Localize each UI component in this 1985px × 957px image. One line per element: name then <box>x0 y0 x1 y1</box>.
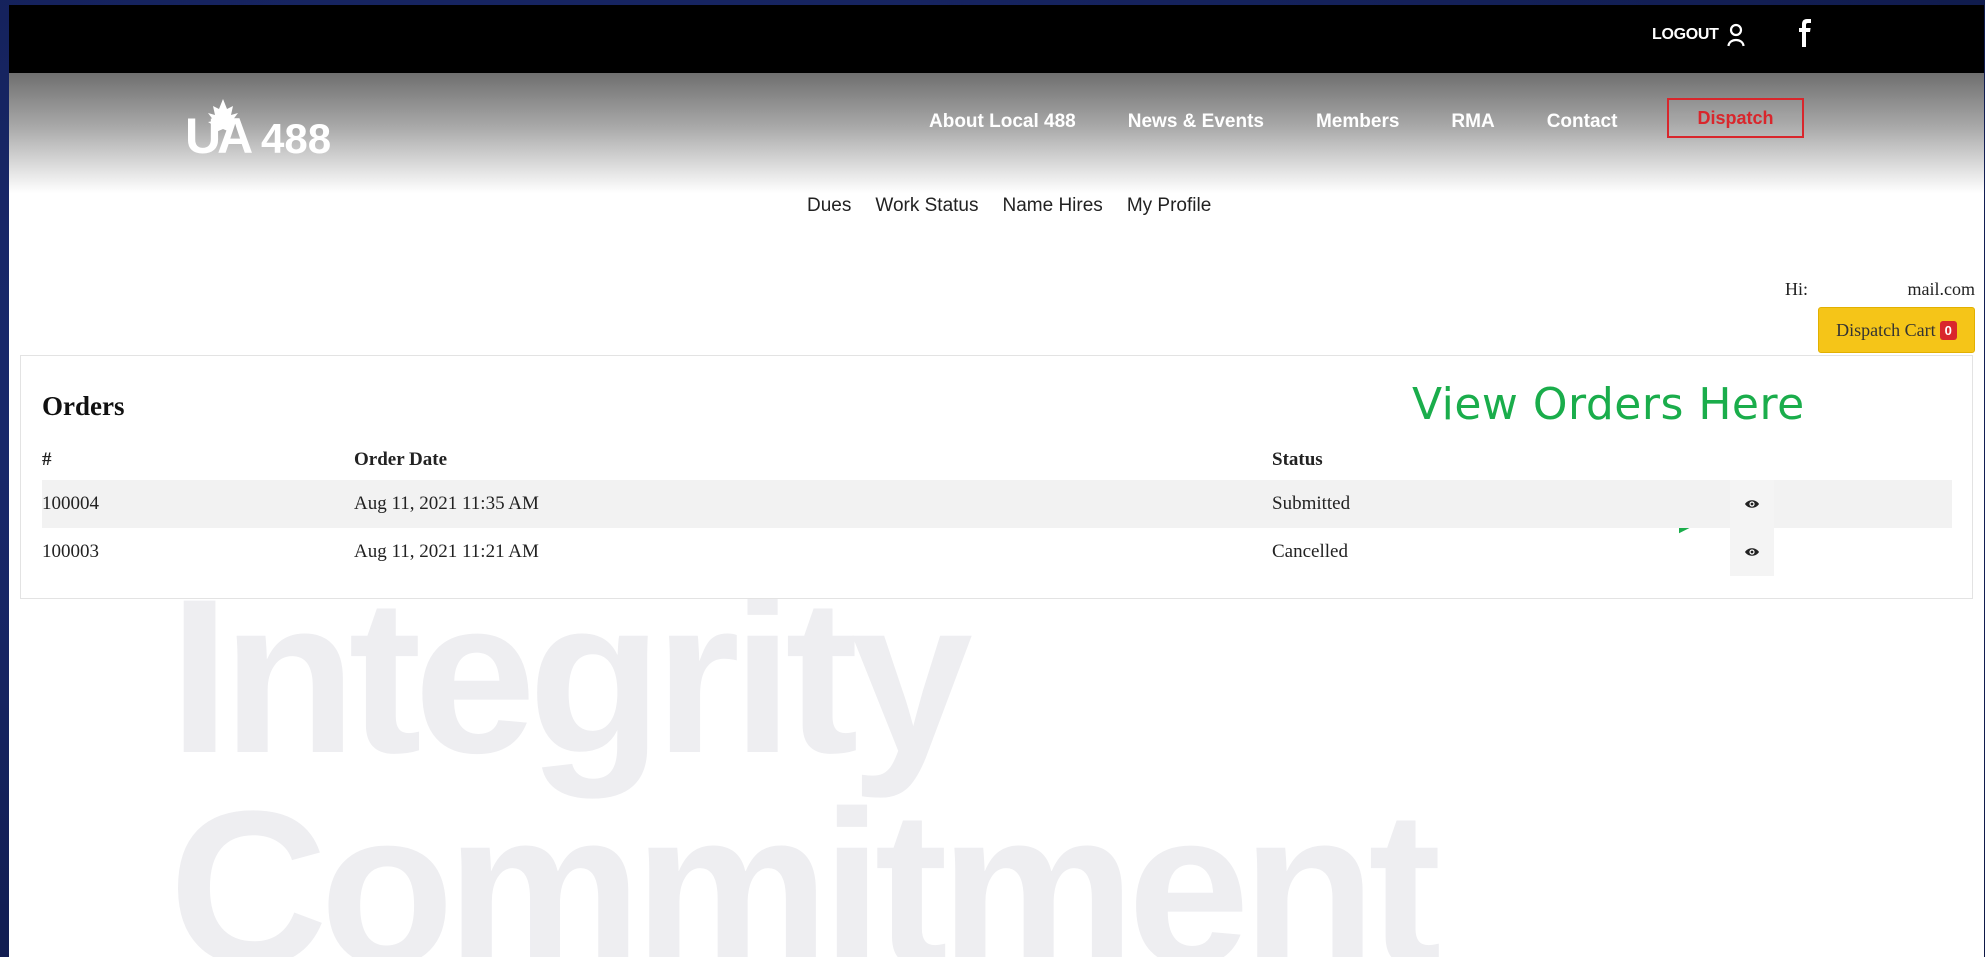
nav-contact[interactable]: Contact <box>1547 111 1618 133</box>
order-date: Aug 11, 2021 11:21 AM <box>354 541 539 562</box>
column-header-number: # <box>42 449 52 470</box>
subnav-dues[interactable]: Dues <box>807 195 851 217</box>
orders-panel: Orders View Orders Here # Order Date Sta… <box>20 355 1973 599</box>
eye-icon <box>1745 548 1759 556</box>
order-id: 100003 <box>42 541 99 562</box>
orders-header-row: # Order Date Status <box>42 440 1952 480</box>
order-status: Cancelled <box>1272 541 1348 562</box>
cart-count-badge: 0 <box>1939 320 1957 340</box>
subnav-name-hires[interactable]: Name Hires <box>1003 195 1103 217</box>
top-utility-bar: LOGOUT <box>9 5 1984 73</box>
nav-members[interactable]: Members <box>1316 111 1399 133</box>
view-order-button[interactable] <box>1730 528 1774 576</box>
logout-label: LOGOUT <box>1652 26 1719 43</box>
orders-title: Orders <box>42 391 125 421</box>
facebook-icon[interactable] <box>1795 19 1815 47</box>
dispatch-button[interactable]: Dispatch <box>1667 98 1804 138</box>
order-status: Submitted <box>1272 480 1730 528</box>
nav-news-events[interactable]: News & Events <box>1128 111 1264 133</box>
nav-rma[interactable]: RMA <box>1451 111 1494 133</box>
view-orders-annotation: View Orders Here <box>1412 379 1805 430</box>
watermark: Integrity Commitment <box>169 553 1441 957</box>
subnav-work-status[interactable]: Work Status <box>875 195 978 217</box>
member-subnav: Dues Work Status Name Hires My Profile <box>807 195 1211 217</box>
dispatch-cart-button[interactable]: Dispatch Cart 0 <box>1818 307 1975 353</box>
watermark-line-1: Integrity <box>169 553 973 799</box>
eye-icon <box>1745 500 1759 508</box>
table-row: 100003 Aug 11, 2021 11:21 AM Cancelled <box>42 528 1952 576</box>
main-navigation: UA 488 About Local 488 News & Events Mem… <box>9 73 1984 193</box>
subnav-my-profile[interactable]: My Profile <box>1127 195 1211 217</box>
order-date: Aug 11, 2021 11:35 AM <box>354 480 1272 528</box>
watermark-line-2: Commitment <box>169 765 1441 957</box>
user-icon <box>1727 23 1745 47</box>
nav-about-local-488[interactable]: About Local 488 <box>929 111 1076 133</box>
user-greeting: Hi: mail.com <box>1785 279 1975 300</box>
logout-link[interactable]: LOGOUT <box>1652 23 1745 47</box>
order-id: 100004 <box>42 480 354 528</box>
user-email: mail.com <box>1907 279 1975 299</box>
browser-viewport: Integrity Commitment LOGOUT UA 488 About… <box>9 5 1984 957</box>
table-row: 100004 Aug 11, 2021 11:35 AM Submitted <box>42 480 1952 528</box>
primary-nav-links: About Local 488 News & Events Members RM… <box>929 111 1669 133</box>
greeting-label: Hi: <box>1785 279 1809 299</box>
dispatch-cart-label: Dispatch Cart <box>1836 319 1936 340</box>
column-header-status: Status <box>1272 449 1323 470</box>
svg-text:488: 488 <box>261 115 331 161</box>
column-header-actions <box>1730 440 1952 480</box>
view-order-button[interactable] <box>1730 480 1774 528</box>
ua-488-logo[interactable]: UA 488 <box>185 91 345 161</box>
column-header-order-date: Order Date <box>354 449 448 470</box>
orders-table: # Order Date Status 100004 Aug 11, 2021 … <box>42 440 1952 576</box>
